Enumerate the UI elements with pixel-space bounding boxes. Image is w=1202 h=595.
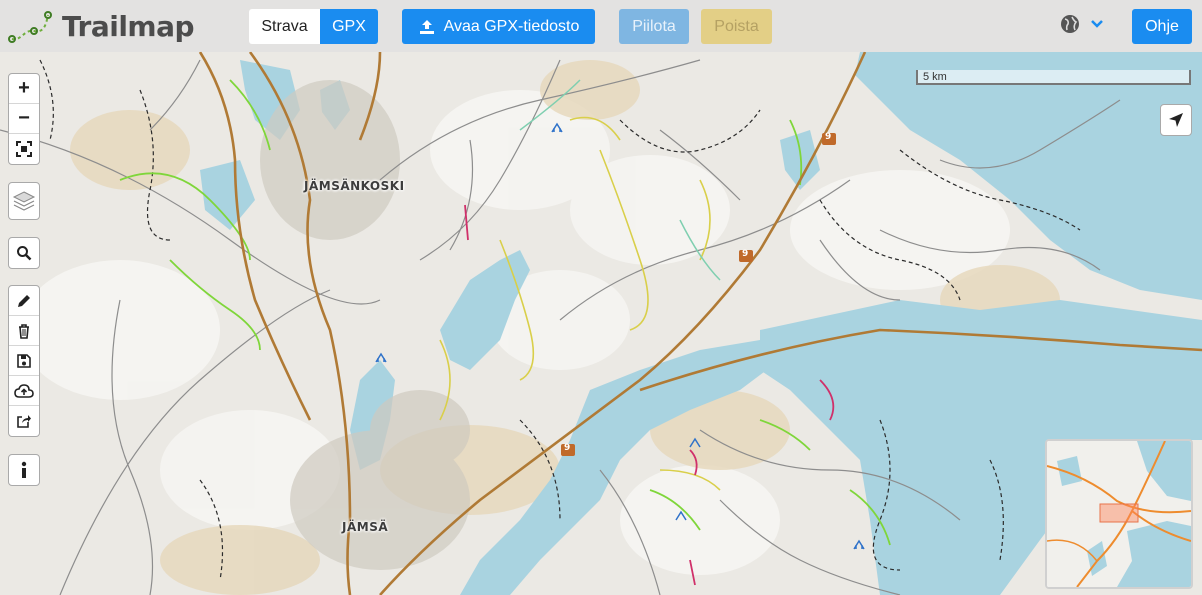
upload-cloud-icon — [14, 383, 34, 398]
hide-button[interactable]: Piilota — [619, 9, 689, 44]
scale-label: 5 km — [923, 71, 947, 83]
layers-icon — [12, 191, 36, 211]
app-title: Trailmap — [62, 9, 195, 43]
chevron-down-icon — [1091, 20, 1103, 28]
overview-minimap[interactable] — [1045, 439, 1193, 589]
zoom-out-button[interactable]: − — [9, 104, 39, 134]
zoom-controls: + − — [8, 73, 40, 165]
info-control — [8, 454, 40, 486]
open-gpx-file-label: Avaa GPX-tiedosto — [443, 18, 580, 35]
search-icon — [17, 246, 32, 261]
minimap-viewport[interactable] — [1099, 503, 1139, 523]
open-gpx-file-button[interactable]: Avaa GPX-tiedosto — [402, 9, 595, 44]
road-shield-label: 9 — [825, 132, 832, 142]
layers-button[interactable] — [9, 183, 39, 219]
upload-route-button[interactable] — [9, 376, 39, 406]
locate-button[interactable] — [1160, 104, 1192, 136]
share-icon — [17, 415, 31, 428]
road-shield-label: 9 — [742, 249, 749, 259]
save-route-button[interactable] — [9, 346, 39, 376]
help-button[interactable]: Ohje — [1132, 9, 1192, 44]
gpx-button[interactable]: GPX — [320, 9, 378, 44]
info-icon — [21, 461, 27, 478]
share-route-button[interactable] — [9, 406, 39, 436]
app-logo[interactable]: Trailmap — [8, 6, 195, 46]
info-button[interactable] — [9, 455, 39, 485]
locate-arrow-icon — [1169, 113, 1183, 127]
fullscreen-button[interactable] — [9, 134, 39, 164]
fullscreen-icon — [16, 141, 32, 157]
minimap-tiles — [1047, 441, 1191, 587]
save-icon — [17, 353, 31, 368]
search-control — [8, 237, 40, 269]
layers-control[interactable] — [8, 182, 40, 220]
delete-route-button[interactable] — [9, 316, 39, 346]
pencil-icon — [18, 294, 30, 307]
scale-bar: 5 km — [916, 70, 1191, 85]
map-tiles — [0, 0, 1202, 595]
trailmap-logo-icon — [8, 11, 52, 43]
upload-icon — [419, 19, 434, 34]
globe-icon — [1061, 15, 1079, 33]
place-label-jamsankoski: JÄMSÄNKOSKI — [304, 179, 405, 193]
language-selector[interactable] — [1060, 14, 1104, 34]
strava-button[interactable]: Strava — [249, 9, 320, 44]
road-shield-label: 9 — [564, 443, 571, 453]
zoom-in-button[interactable]: + — [9, 74, 39, 104]
trash-icon — [19, 323, 29, 339]
delete-button[interactable]: Poista — [701, 9, 772, 44]
search-button[interactable] — [9, 238, 39, 268]
draw-button[interactable] — [9, 286, 39, 316]
top-toolbar: Trailmap Strava GPX Avaa GPX-tiedosto Pi… — [0, 0, 1202, 52]
place-label-jamsa: JÄMSÄ — [342, 520, 389, 534]
map-canvas[interactable]: 9 9 9 JÄMSÄNKOSKI JÄMSÄ — [0, 0, 1202, 595]
draw-tools — [8, 285, 40, 437]
